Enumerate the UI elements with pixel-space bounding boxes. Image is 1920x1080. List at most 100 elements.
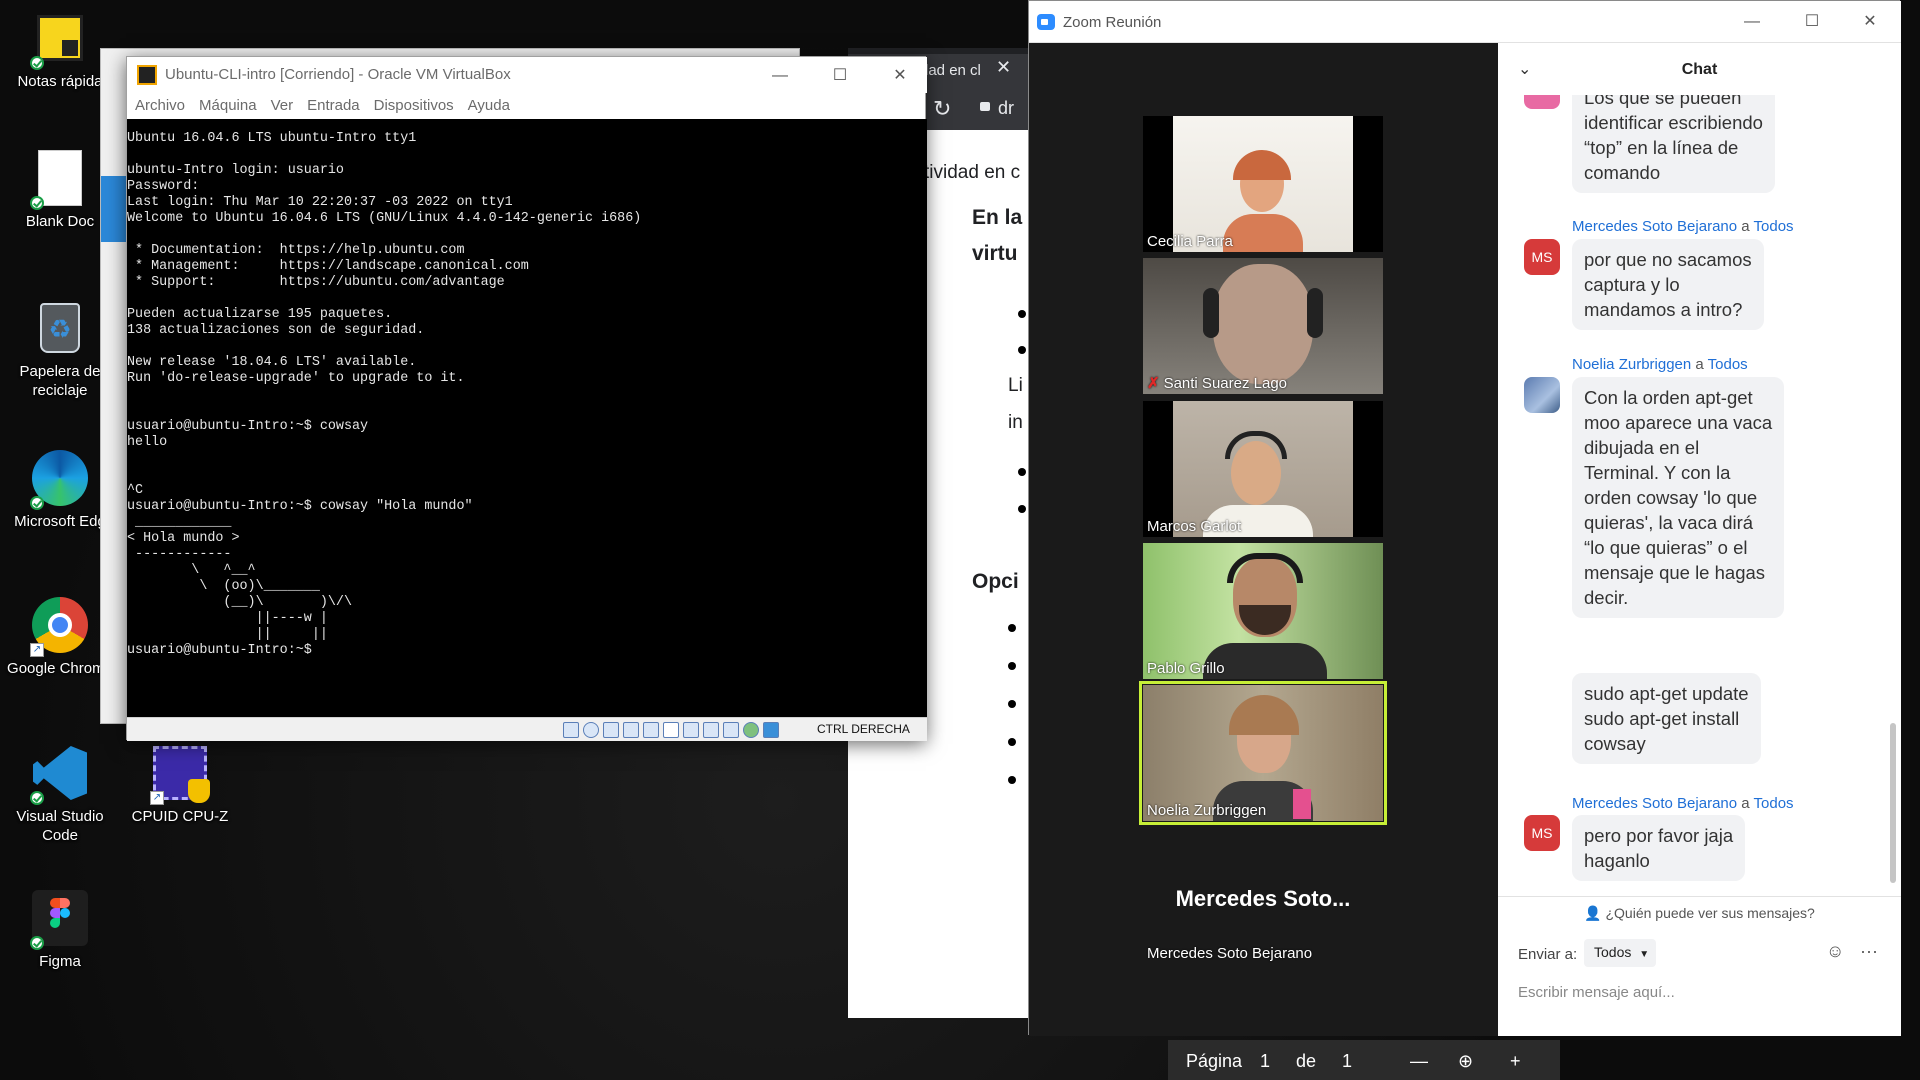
zoom-icon <box>1037 14 1055 30</box>
participant-big-name: Mercedes Soto... <box>1175 886 1351 911</box>
video-capture-icon[interactable] <box>703 722 719 738</box>
reload-icon[interactable]: ↻ <box>933 96 951 122</box>
page-label: Página <box>1186 1051 1243 1071</box>
network-icon[interactable] <box>623 722 639 738</box>
audio-icon[interactable] <box>603 722 619 738</box>
status-bar: CTRL DERECHA <box>127 717 927 741</box>
maximize-button[interactable]: ☐ <box>817 63 863 89</box>
desktop-icon-vscode[interactable]: Visual Studio Code <box>0 745 120 845</box>
participant-tile[interactable]: ✗ Santi Suarez Lago <box>1143 258 1383 394</box>
participant-name: Cecilia Parra <box>1147 233 1233 250</box>
display-icon[interactable] <box>683 722 699 738</box>
zoom-icon[interactable]: ⊕ <box>1458 1051 1473 1072</box>
participant-tile-video-off[interactable]: Mercedes Soto... Mercedes Soto Bejarano <box>1143 828 1383 964</box>
participant-name: ✗ Santi Suarez Lago <box>1147 375 1287 392</box>
person-icon: 👤 <box>1584 905 1602 921</box>
desktop-icon-figma[interactable]: Figma <box>0 890 120 971</box>
participant-tile-active-speaker[interactable]: Noelia Zurbriggen <box>1139 681 1387 825</box>
chat-scrollbar[interactable] <box>1890 723 1896 883</box>
title-bar[interactable]: Zoom Reunión — ☐ ✕ <box>1029 1 1901 43</box>
cpuz-icon: ↗ <box>150 745 210 805</box>
video-gallery: Cecilia Parra ✗ Santi Suarez Lago Marcos … <box>1029 43 1498 1036</box>
title-bar[interactable]: Ubuntu-CLI-intro [Corriendo] - Oracle VM… <box>127 57 927 93</box>
desktop-icon-label: Microsoft Edg <box>14 513 106 530</box>
doc-text-line: Li <box>1008 375 1023 396</box>
shared-folders-icon[interactable] <box>663 722 679 738</box>
virtualbox-icon <box>137 65 157 85</box>
chat-panel: ⌄ Chat Los que se pueden identificar esc… <box>1498 43 1901 1036</box>
avatar: MS <box>1524 815 1560 851</box>
participant-tile[interactable]: Cecilia Parra <box>1143 116 1383 252</box>
minimize-button[interactable]: — <box>757 63 803 89</box>
avatar: MS <box>1524 239 1560 275</box>
menu-dispositivos[interactable]: Dispositivos <box>374 93 454 119</box>
doc-text-line: in <box>1008 412 1023 433</box>
vscode-icon <box>30 745 88 805</box>
page-number-input[interactable]: 1 <box>1260 1051 1270 1072</box>
menu-ayuda[interactable]: Ayuda <box>468 93 510 119</box>
zoom-out-button[interactable]: — <box>1410 1051 1428 1072</box>
participant-tile[interactable]: Marcos Garlot <box>1143 401 1383 537</box>
chat-message: por que no sacamos captura y lo mandamos… <box>1572 239 1764 330</box>
recycle-bin-icon: ♻ <box>32 300 88 356</box>
send-to-row: Enviar a: Todos ▼ ☺ ··· <box>1518 939 1888 969</box>
who-can-see-messages-link[interactable]: 👤 ¿Quién puede ver sus mensajes? <box>1498 896 1901 928</box>
desktop-icon-label: Visual Studio Code <box>16 808 104 844</box>
document-icon <box>30 150 88 210</box>
optical-drive-icon[interactable] <box>583 722 599 738</box>
send-to-dropdown[interactable]: Todos ▼ <box>1584 939 1656 967</box>
virtualbox-window[interactable]: Ubuntu-CLI-intro [Corriendo] - Oracle VM… <box>126 56 927 741</box>
page-total: 1 <box>1342 1051 1353 1071</box>
desktop-icon-label: Google Chrome <box>7 660 113 677</box>
doc-bullet <box>1008 776 1016 784</box>
close-button[interactable]: ✕ <box>877 63 923 89</box>
figma-icon <box>30 890 88 950</box>
menu-entrada[interactable]: Entrada <box>307 93 360 119</box>
chat-sender-line: Mercedes Soto Bejarano a Todos <box>1572 795 1794 812</box>
chat-message-input[interactable] <box>1518 977 1878 1007</box>
emoji-icon[interactable]: ☺ <box>1826 941 1844 962</box>
mouse-integration-icon[interactable] <box>763 722 779 738</box>
send-to-value: Todos <box>1594 944 1632 960</box>
maximize-button[interactable]: ☐ <box>1789 9 1835 35</box>
doc-bullet <box>1008 662 1016 670</box>
desktop-icon-cpuz[interactable]: ↗ CPUID CPU-Z <box>120 745 240 826</box>
participant-tile[interactable]: Pablo Grillo <box>1143 543 1383 679</box>
chat-header: ⌄ Chat <box>1498 43 1901 95</box>
guest-additions-icon[interactable] <box>743 722 759 738</box>
desktop-icon-label: Figma <box>39 953 81 970</box>
doc-bullet <box>1018 310 1026 318</box>
storage-icon[interactable] <box>563 722 579 738</box>
usb-icon[interactable] <box>643 722 659 738</box>
chat-sender-line: Noelia Zurbriggen a Todos <box>1572 356 1748 373</box>
zoom-window[interactable]: Zoom Reunión — ☐ ✕ Cecilia Parra ✗ Santi … <box>1028 0 1901 1036</box>
address-bar[interactable]: dr <box>998 98 1014 119</box>
menu-archivo[interactable]: Archivo <box>135 93 185 119</box>
vm-console[interactable]: Ubuntu 16.04.6 LTS ubuntu-Intro tty1 ubu… <box>127 119 927 717</box>
close-tab-icon[interactable]: ✕ <box>996 57 1011 78</box>
participant-name: Mercedes Soto Bejarano <box>1147 945 1313 962</box>
muted-mic-icon: ✗ <box>1147 375 1160 392</box>
chat-message: sudo apt-get update sudo apt-get install… <box>1572 673 1761 764</box>
chat-sender-line: Mercedes Soto Bejarano a Todos <box>1572 218 1794 235</box>
menu-maquina[interactable]: Máquina <box>199 93 257 119</box>
participant-name: Pablo Grillo <box>1147 660 1225 677</box>
cpu-icon[interactable] <box>723 722 739 738</box>
doc-heading: tividad en c <box>924 162 1021 183</box>
of-label: de <box>1296 1051 1317 1071</box>
minimize-button[interactable]: — <box>1729 9 1775 35</box>
browser-tab-title: dad en cl <box>920 62 981 79</box>
close-button[interactable]: ✕ <box>1847 9 1893 35</box>
sticky-notes-icon <box>30 10 88 70</box>
more-options-icon[interactable]: ··· <box>1860 941 1878 962</box>
participant-name: Noelia Zurbriggen <box>1147 802 1267 819</box>
zoom-in-button[interactable]: + <box>1510 1051 1521 1072</box>
chat-message-list[interactable]: Los que se pueden identificar escribiend… <box>1498 95 1890 893</box>
doc-bullet <box>1018 468 1026 476</box>
window-title: Zoom Reunión <box>1063 14 1162 31</box>
menu-ver[interactable]: Ver <box>271 93 294 119</box>
desktop-icon-label: Blank Doc <box>25 213 95 230</box>
avatar <box>1524 377 1560 413</box>
chat-message: pero por favor jaja haganlo <box>1572 815 1746 881</box>
who-sees-label: ¿Quién puede ver sus mensajes? <box>1605 905 1815 921</box>
